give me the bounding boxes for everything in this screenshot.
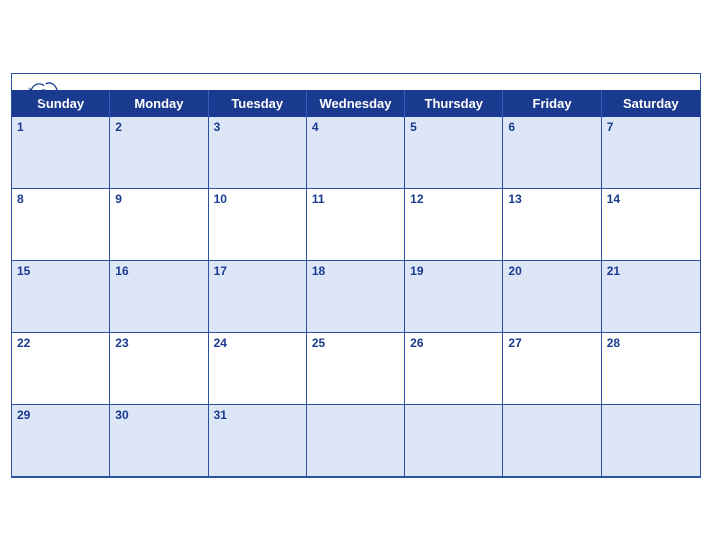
empty-cell <box>503 405 601 477</box>
day-number: 12 <box>410 192 497 206</box>
day-cell-19: 19 <box>405 261 503 333</box>
day-cell-16: 16 <box>110 261 208 333</box>
day-number: 24 <box>214 336 301 350</box>
day-cell-22: 22 <box>12 333 110 405</box>
day-number: 8 <box>17 192 104 206</box>
day-cell-30: 30 <box>110 405 208 477</box>
day-number: 4 <box>312 120 399 134</box>
day-header-saturday: Saturday <box>602 90 700 117</box>
day-number: 5 <box>410 120 497 134</box>
brand-bird-icon <box>28 82 60 102</box>
day-cell-27: 27 <box>503 333 601 405</box>
day-cell-29: 29 <box>12 405 110 477</box>
day-cell-15: 15 <box>12 261 110 333</box>
day-cell-5: 5 <box>405 117 503 189</box>
day-header-monday: Monday <box>110 90 208 117</box>
day-cell-8: 8 <box>12 189 110 261</box>
day-cell-3: 3 <box>209 117 307 189</box>
day-header-wednesday: Wednesday <box>307 90 405 117</box>
day-number: 16 <box>115 264 202 278</box>
day-cell-9: 9 <box>110 189 208 261</box>
day-number: 14 <box>607 192 695 206</box>
calendar-week-3: 15 16 17 18 19 20 21 <box>12 261 700 333</box>
day-number: 29 <box>17 408 104 422</box>
day-cell-20: 20 <box>503 261 601 333</box>
day-number: 3 <box>214 120 301 134</box>
day-number: 22 <box>17 336 104 350</box>
day-cell-11: 11 <box>307 189 405 261</box>
day-cell-17: 17 <box>209 261 307 333</box>
day-cell-14: 14 <box>602 189 700 261</box>
calendar-header <box>12 74 700 90</box>
day-header-friday: Friday <box>503 90 601 117</box>
day-cell-4: 4 <box>307 117 405 189</box>
day-cell-18: 18 <box>307 261 405 333</box>
calendar-week-5: 29 30 31 <box>12 405 700 477</box>
day-number: 26 <box>410 336 497 350</box>
calendar-week-4: 22 23 24 25 26 27 28 <box>12 333 700 405</box>
day-cell-21: 21 <box>602 261 700 333</box>
day-number: 19 <box>410 264 497 278</box>
day-number: 17 <box>214 264 301 278</box>
day-number: 11 <box>312 192 399 206</box>
day-cell-31: 31 <box>209 405 307 477</box>
day-number: 31 <box>214 408 301 422</box>
day-header-tuesday: Tuesday <box>209 90 307 117</box>
day-number: 28 <box>607 336 695 350</box>
day-cell-24: 24 <box>209 333 307 405</box>
day-cell-28: 28 <box>602 333 700 405</box>
day-number: 9 <box>115 192 202 206</box>
calendar-body: 1234567891011121314151617181920212223242… <box>12 117 700 477</box>
day-number: 13 <box>508 192 595 206</box>
day-number: 27 <box>508 336 595 350</box>
day-cell-6: 6 <box>503 117 601 189</box>
day-header-thursday: Thursday <box>405 90 503 117</box>
calendar-week-1: 1234567 <box>12 117 700 189</box>
empty-cell <box>602 405 700 477</box>
day-cell-7: 7 <box>602 117 700 189</box>
empty-cell <box>405 405 503 477</box>
day-cell-13: 13 <box>503 189 601 261</box>
day-number: 1 <box>17 120 104 134</box>
day-number: 7 <box>607 120 695 134</box>
day-number: 6 <box>508 120 595 134</box>
empty-cell <box>307 405 405 477</box>
day-cell-1: 1 <box>12 117 110 189</box>
day-number: 21 <box>607 264 695 278</box>
calendar-week-2: 89 10 11 12 13 14 <box>12 189 700 261</box>
day-number: 10 <box>214 192 301 206</box>
day-number: 18 <box>312 264 399 278</box>
day-cell-10: 10 <box>209 189 307 261</box>
day-number: 30 <box>115 408 202 422</box>
day-number: 15 <box>17 264 104 278</box>
brand-logo <box>28 82 62 102</box>
day-cell-2: 2 <box>110 117 208 189</box>
day-cell-25: 25 <box>307 333 405 405</box>
day-number: 2 <box>115 120 202 134</box>
day-cell-23: 23 <box>110 333 208 405</box>
day-number: 23 <box>115 336 202 350</box>
calendar: SundayMondayTuesdayWednesdayThursdayFrid… <box>11 73 701 478</box>
day-cell-26: 26 <box>405 333 503 405</box>
day-headers-row: SundayMondayTuesdayWednesdayThursdayFrid… <box>12 90 700 117</box>
day-cell-12: 12 <box>405 189 503 261</box>
day-number: 20 <box>508 264 595 278</box>
day-number: 25 <box>312 336 399 350</box>
